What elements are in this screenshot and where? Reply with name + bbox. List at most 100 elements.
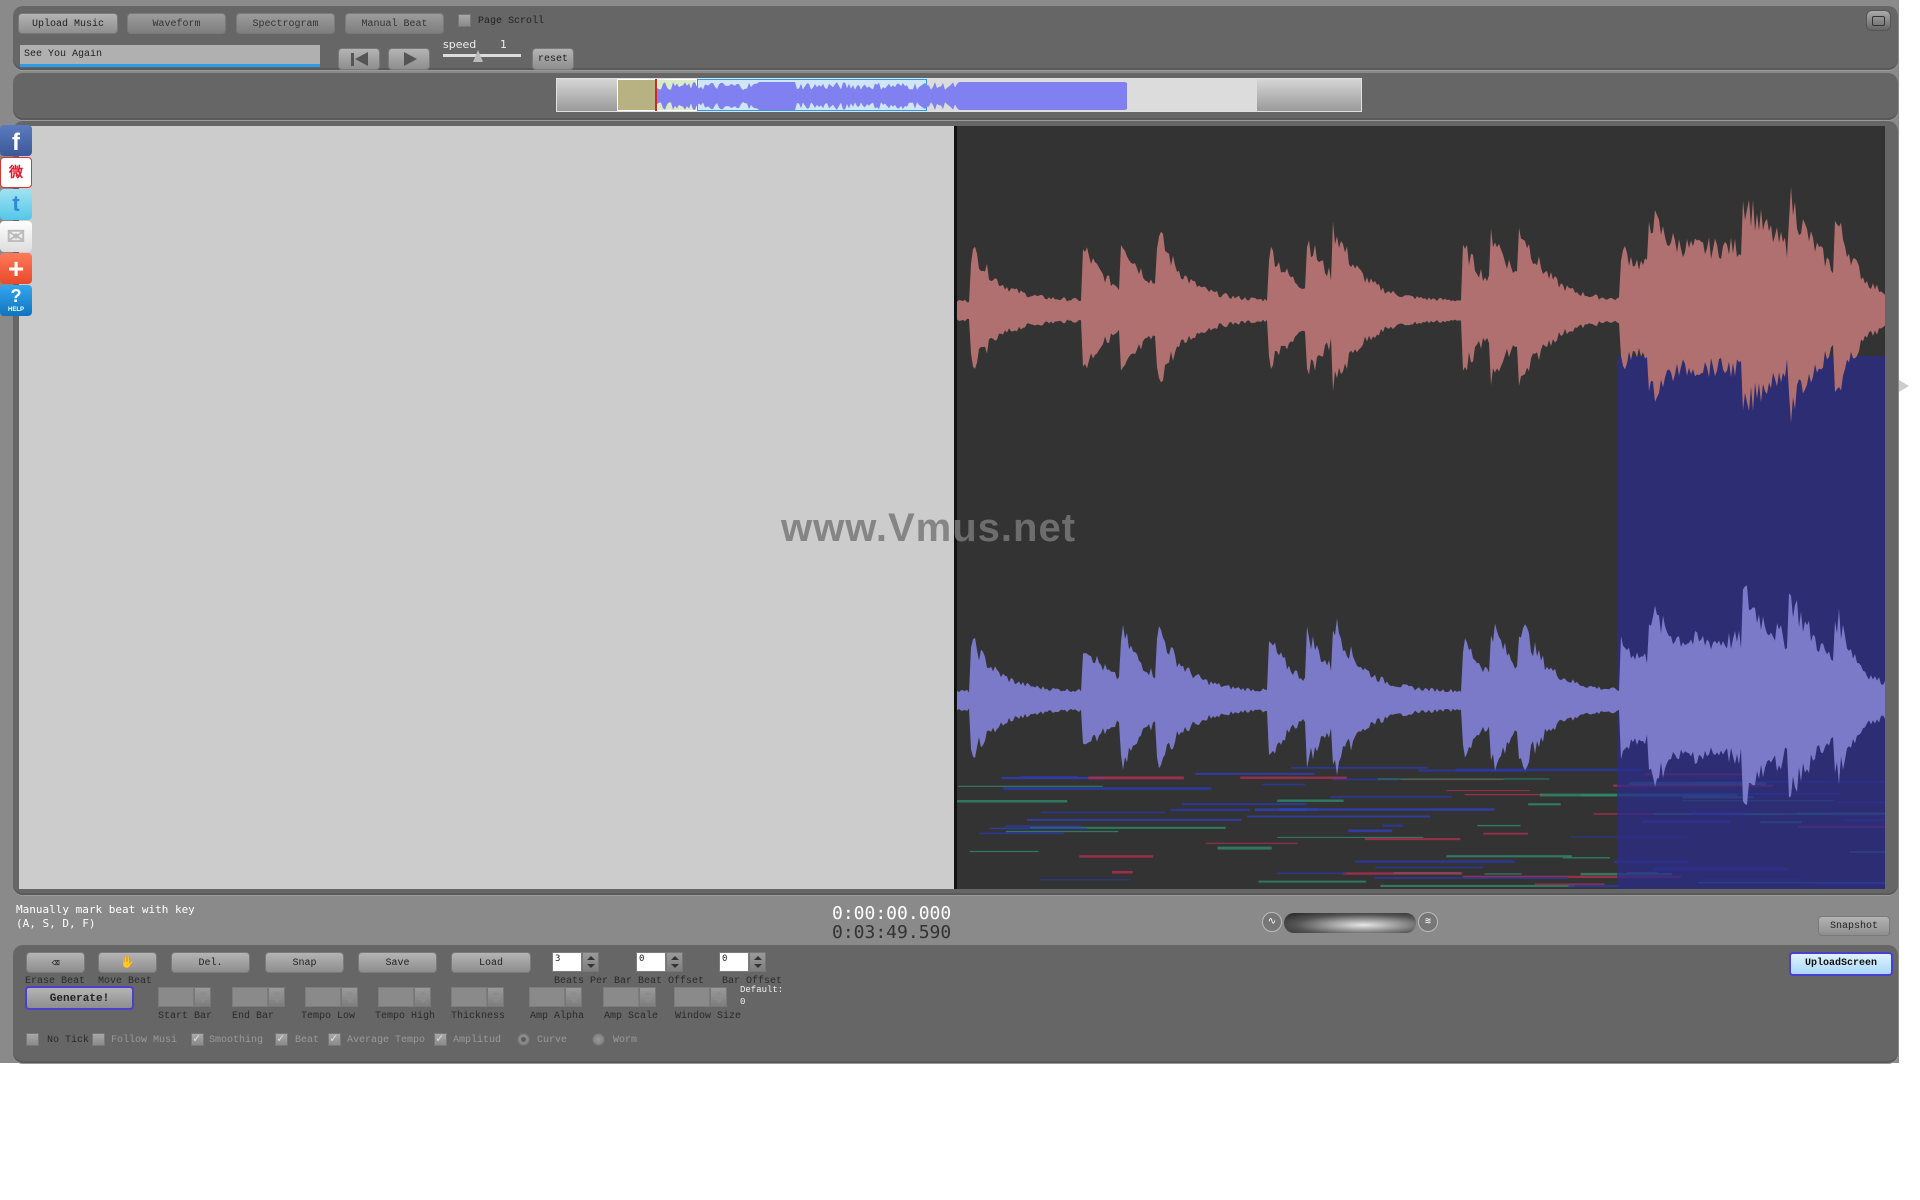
- help-sub-label: HELP: [7, 307, 24, 313]
- upload-music-button[interactable]: Upload Music: [18, 13, 118, 34]
- save-button[interactable]: Save: [358, 952, 437, 973]
- spectrogram-band: [957, 800, 1068, 803]
- bar-offset-stepper[interactable]: 0: [719, 952, 769, 972]
- spectrogram-band: [1246, 815, 1431, 818]
- load-button[interactable]: Load: [451, 952, 531, 973]
- spectrogram-band: [979, 832, 1065, 835]
- tempo-high-stepper[interactable]: [378, 987, 431, 1007]
- facebook-share-icon[interactable]: f: [0, 125, 32, 156]
- upload-screen-button[interactable]: UploadScreen: [1789, 952, 1893, 976]
- total-time: 0:03:49.590: [832, 922, 952, 943]
- vertical-zoom-track[interactable]: [1905, 385, 1908, 645]
- start-bar-input[interactable]: [158, 987, 194, 1007]
- beat-checkbox[interactable]: [275, 1031, 288, 1046]
- window-size-input[interactable]: [674, 987, 710, 1007]
- waveform-button[interactable]: Waveform: [127, 13, 226, 34]
- twitter-share-icon[interactable]: t: [0, 189, 32, 220]
- amp-scale-arrows[interactable]: [639, 987, 656, 1007]
- snap-button[interactable]: Snap: [265, 952, 344, 973]
- waveform-mode-icon[interactable]: ∿: [1262, 912, 1282, 932]
- beat-offset-stepper[interactable]: 0: [636, 952, 686, 972]
- curve-radio[interactable]: [517, 1033, 530, 1046]
- thickness-stepper[interactable]: [451, 987, 504, 1007]
- amp-alpha-stepper[interactable]: [529, 987, 582, 1007]
- spectrogram-mode-icon[interactable]: ≋: [1418, 912, 1438, 932]
- erase-beat-button[interactable]: ⌫: [26, 952, 85, 973]
- vertical-zoom-handle[interactable]: [1899, 380, 1909, 392]
- mode-blend-slider[interactable]: [1284, 913, 1416, 933]
- curve-label: Curve: [537, 1035, 568, 1046]
- song-title-input[interactable]: [20, 45, 320, 67]
- tempo-high-input[interactable]: [378, 987, 414, 1007]
- page-scroll-checkbox[interactable]: [458, 14, 471, 27]
- window-size-arrows[interactable]: [710, 987, 727, 1007]
- smoothing-label: Smoothing: [209, 1035, 264, 1046]
- hint-line-1: Manually mark beat with key: [16, 903, 195, 916]
- watermark: www.Vmus.net: [781, 506, 1077, 550]
- thickness-input[interactable]: [451, 987, 487, 1007]
- beat-offset-input[interactable]: 0: [636, 952, 666, 972]
- thickness-arrows[interactable]: [487, 987, 504, 1007]
- tempo-low-label: Tempo Low: [301, 1011, 356, 1022]
- amp-alpha-input[interactable]: [529, 987, 565, 1007]
- amp-alpha-arrows[interactable]: [565, 987, 582, 1007]
- window-size-stepper[interactable]: [674, 987, 727, 1007]
- spectrogram-band: [1262, 783, 1305, 786]
- amplitude-checkbox[interactable]: [434, 1031, 447, 1046]
- no-tick-checkbox[interactable]: [26, 1033, 39, 1046]
- worm-radio[interactable]: [592, 1033, 605, 1046]
- average-tempo-checkbox[interactable]: [328, 1031, 341, 1046]
- tempo-low-arrows[interactable]: [341, 987, 358, 1007]
- amp-scale-stepper[interactable]: [603, 987, 656, 1007]
- tempo-low-input[interactable]: [305, 987, 341, 1007]
- tempo-low-stepper[interactable]: [305, 987, 358, 1007]
- manual-beat-button[interactable]: Manual Beat: [345, 13, 444, 34]
- spectrogram-band: [1483, 832, 1529, 835]
- spectrogram-band: [1182, 803, 1307, 806]
- delete-button[interactable]: Del.: [171, 952, 250, 973]
- spectrogram-canvas[interactable]: [957, 126, 1885, 889]
- fullscreen-icon[interactable]: [1866, 10, 1891, 31]
- follow-music-checkbox[interactable]: [92, 1033, 105, 1046]
- speed-slider-handle[interactable]: [473, 50, 483, 62]
- smoothing-checkbox[interactable]: [191, 1031, 204, 1046]
- spectrogram-band: [1382, 824, 1404, 827]
- spectrogram-band: [1418, 769, 1527, 772]
- snapshot-button[interactable]: Snapshot: [1818, 916, 1890, 936]
- weibo-share-icon[interactable]: 微: [0, 157, 32, 188]
- generate-button[interactable]: Generate!: [25, 986, 134, 1010]
- worm-label: Worm: [613, 1035, 638, 1046]
- move-beat-button[interactable]: ✋: [98, 952, 157, 973]
- default-label: Default:: [740, 985, 784, 995]
- spectrogram-band: [1112, 870, 1133, 874]
- bar-offset-arrows[interactable]: [749, 952, 766, 972]
- overview-playhead[interactable]: [655, 79, 657, 111]
- start-bar-arrows[interactable]: [194, 987, 211, 1007]
- play-button[interactable]: [388, 48, 430, 70]
- average-tempo-label: Average Tempo: [347, 1035, 426, 1046]
- end-bar-arrows[interactable]: [268, 987, 285, 1007]
- no-tick-label: No Tick: [47, 1035, 90, 1046]
- tempo-high-arrows[interactable]: [414, 987, 431, 1007]
- beat-offset-arrows[interactable]: [666, 952, 683, 972]
- beats-per-bar-stepper[interactable]: 3: [552, 952, 602, 972]
- rewind-button[interactable]: [338, 48, 380, 70]
- spectrogram-button[interactable]: Spectrogram: [236, 13, 335, 34]
- spectrogram-band: [1276, 872, 1347, 875]
- beats-per-bar-input[interactable]: 3: [552, 952, 582, 972]
- end-bar-stepper[interactable]: [232, 987, 285, 1007]
- overview-strip[interactable]: [556, 78, 1362, 112]
- bar-offset-input[interactable]: 0: [719, 952, 749, 972]
- spectrogram-band: [1088, 776, 1184, 780]
- email-share-icon[interactable]: ✉: [0, 221, 32, 252]
- reset-button[interactable]: reset: [532, 48, 574, 70]
- beats-per-bar-arrows[interactable]: [582, 952, 599, 972]
- amplitude-label: Amplitud: [453, 1035, 502, 1046]
- amp-scale-input[interactable]: [603, 987, 639, 1007]
- end-bar-input[interactable]: [232, 987, 268, 1007]
- plus-share-icon[interactable]: +: [0, 253, 32, 284]
- spectrogram-band: [1240, 776, 1347, 779]
- spectrogram-band: [989, 827, 1088, 830]
- help-icon[interactable]: ? HELP: [0, 285, 32, 316]
- start-bar-stepper[interactable]: [158, 987, 211, 1007]
